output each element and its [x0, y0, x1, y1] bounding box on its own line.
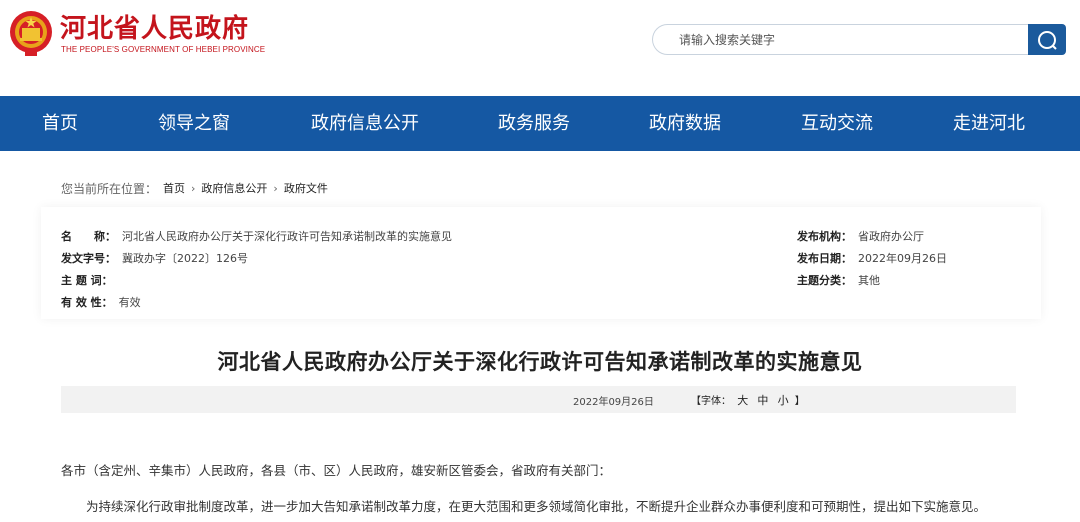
font-size-large-button[interactable]: 大 — [737, 394, 748, 407]
info-value: 2022年09月26日 — [858, 252, 947, 265]
breadcrumb: 您当前所在位置： 首页 › 政府信息公开 › 政府文件 — [61, 180, 328, 196]
info-value: 省政府办公厅 — [858, 230, 924, 243]
breadcrumb-link-gov-docs[interactable]: 政府文件 — [284, 180, 328, 196]
font-size-switcher: 【字体： 大 中 小 】 — [691, 392, 805, 408]
info-label: 发布机构： — [797, 230, 852, 243]
main-nav: 首页 领导之窗 政府信息公开 政务服务 政府数据 互动交流 走进河北 — [0, 96, 1080, 151]
info-label: 主题分类： — [797, 274, 852, 287]
site-subtitle: THE PEOPLE'S GOVERNMENT OF HEBEI PROVINC… — [61, 45, 266, 54]
nav-item-services[interactable]: 政务服务 — [498, 96, 570, 151]
nav-item-about-hebei[interactable]: 走进河北 — [953, 96, 1025, 151]
info-row-date: 发布日期： 2022年09月26日 — [797, 250, 947, 266]
info-value: 冀政办字〔2022〕126号 — [122, 252, 248, 265]
document-info-box: 名 称： 河北省人民政府办公厅关于深化行政许可告知承诺制改革的实施意见 发文字号：… — [41, 207, 1041, 319]
breadcrumb-prefix: 您当前所在位置： — [61, 181, 158, 196]
font-size-medium-button[interactable]: 中 — [757, 394, 768, 407]
breadcrumb-link-home[interactable]: 首页 — [163, 180, 185, 196]
chevron-right-icon: › — [273, 181, 278, 195]
info-label: 主 题 词： — [61, 274, 113, 287]
article-title: 河北省人民政府办公厅关于深化行政许可告知承诺制改革的实施意见 — [217, 349, 863, 374]
national-emblem-icon — [10, 11, 52, 56]
info-row-validity: 有 效 性： 有效 — [61, 294, 141, 310]
info-row-docno: 发文字号： 冀政办字〔2022〕126号 — [61, 250, 248, 266]
info-label: 发布日期： — [797, 252, 852, 265]
nav-item-home[interactable]: 首页 — [42, 96, 78, 151]
info-row-agency: 发布机构： 省政府办公厅 — [797, 228, 924, 244]
info-value: 其他 — [858, 274, 880, 287]
info-label: 发文字号： — [61, 252, 116, 265]
font-size-suffix: 】 — [794, 396, 805, 407]
article-date: 2022年09月26日 — [573, 397, 654, 408]
nav-item-leaders[interactable]: 领导之窗 — [158, 96, 230, 151]
search-input[interactable] — [679, 31, 1019, 49]
nav-item-interaction[interactable]: 互动交流 — [801, 96, 873, 151]
info-row-category: 主题分类： 其他 — [797, 272, 880, 288]
nav-item-gov-info[interactable]: 政府信息公开 — [311, 96, 419, 151]
info-value: 河北省人民政府办公厅关于深化行政许可告知承诺制改革的实施意见 — [122, 230, 452, 243]
article-paragraph: 为持续深化行政审批制度改革，进一步加大告知承诺制改革力度，在更大范围和更多领域简… — [86, 499, 987, 514]
site-header: 河北省人民政府 THE PEOPLE'S GOVERNMENT OF HEBEI… — [0, 0, 1080, 96]
info-label: 名 称： — [61, 230, 116, 243]
font-size-small-button[interactable]: 小 — [778, 394, 789, 407]
nav-item-data[interactable]: 政府数据 — [649, 96, 721, 151]
info-row-name: 名 称： 河北省人民政府办公厅关于深化行政许可告知承诺制改革的实施意见 — [61, 228, 452, 244]
site-title[interactable]: 河北省人民政府 — [60, 8, 249, 45]
search-button[interactable] — [1028, 24, 1066, 55]
breadcrumb-link-gov-info[interactable]: 政府信息公开 — [201, 180, 267, 196]
font-size-prefix: 【字体： — [691, 396, 731, 407]
info-row-keywords: 主 题 词： — [61, 272, 119, 288]
search-box — [652, 24, 1030, 55]
info-label: 有 效 性： — [61, 296, 113, 309]
search-icon — [1038, 31, 1057, 50]
info-value: 有效 — [118, 296, 141, 309]
article-paragraph: 各市（含定州、辛集市）人民政府，各县（市、区）人民政府，雄安新区管委会，省政府有… — [61, 463, 612, 478]
chevron-right-icon: › — [191, 181, 196, 195]
article-meta-bar: 2022年09月26日 【字体： 大 中 小 】 — [61, 386, 1016, 413]
